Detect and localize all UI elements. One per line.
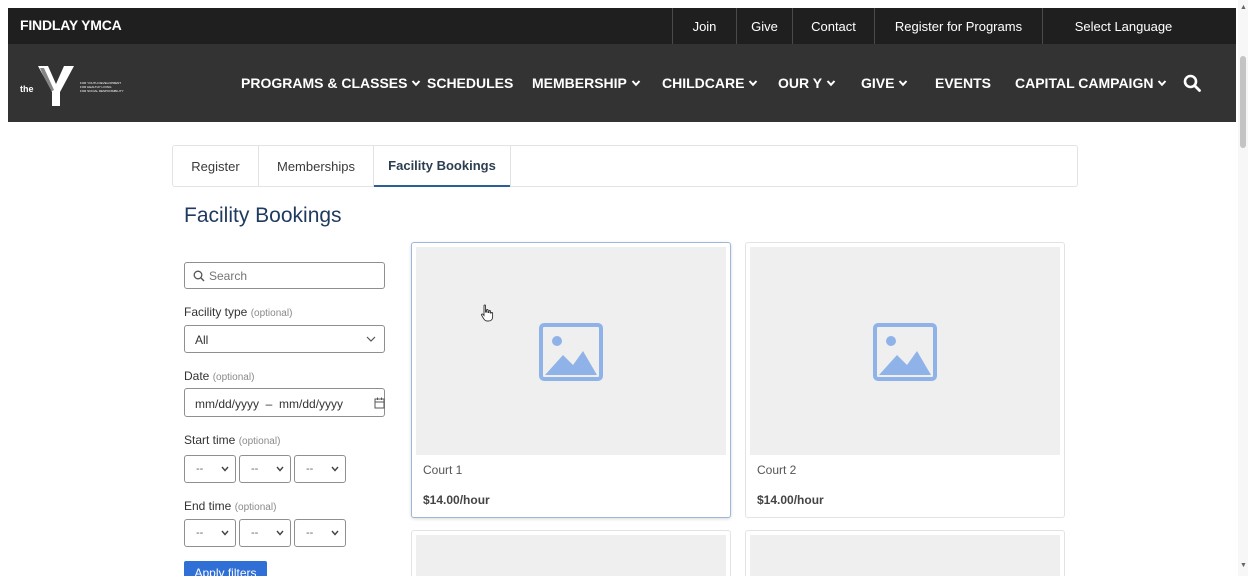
tab-facility-bookings[interactable]: Facility Bookings	[374, 146, 510, 187]
ymca-logo[interactable]: the FOR YOUTH DEVELOPMENT FOR HEALTHY LI…	[20, 62, 140, 106]
image-placeholder-icon	[873, 323, 937, 381]
hand-cursor-icon	[480, 304, 494, 322]
chevron-down-icon	[331, 466, 339, 472]
util-link-give[interactable]: Give	[736, 8, 792, 44]
nav-capital-campaign[interactable]: CAPITAL CAMPAIGN	[1015, 44, 1167, 122]
search-icon	[193, 270, 205, 282]
facility-image-placeholder	[750, 535, 1060, 576]
tab-register[interactable]: Register	[173, 146, 258, 187]
chevron-down-icon	[826, 80, 836, 87]
optional-text: (optional)	[212, 372, 255, 383]
end-time-label: End time (optional)	[184, 499, 276, 513]
scroll-down-arrow-icon[interactable]: ▼	[1240, 562, 1247, 569]
chevron-down-icon	[366, 336, 376, 342]
calendar-icon[interactable]	[374, 397, 385, 409]
end-ampm-select[interactable]: --	[294, 519, 346, 547]
end-time-label-text: End time	[184, 499, 232, 513]
nav-capital-campaign-label: CAPITAL CAMPAIGN	[1015, 75, 1154, 91]
nav-schedules[interactable]: SCHEDULES	[427, 44, 513, 122]
end-minute-value: --	[251, 527, 259, 539]
chevron-down-icon	[749, 80, 758, 87]
tab-divider	[510, 146, 511, 187]
nav-give-label: GIVE	[861, 75, 895, 91]
end-minute-select[interactable]: --	[239, 519, 291, 547]
logo-tagline-3: FOR SOCIAL RESPONSIBILITY	[80, 89, 124, 93]
end-hour-select[interactable]: --	[184, 519, 236, 547]
scroll-up-arrow-icon[interactable]: ▲	[1240, 4, 1247, 11]
nav-programs-classes[interactable]: PROGRAMS & CLASSES	[241, 44, 421, 122]
page-scrollbar[interactable]: ▲ ▼	[1238, 0, 1248, 576]
start-hour-value: --	[196, 463, 204, 475]
facility-image-placeholder	[416, 535, 726, 576]
nav-events[interactable]: EVENTS	[935, 44, 991, 122]
logo-the-text: the	[20, 84, 34, 94]
end-ampm-value: --	[306, 527, 314, 539]
nav-our-y-label: OUR Y	[778, 75, 823, 91]
nav-membership-label: MEMBERSHIP	[532, 75, 627, 91]
optional-text: (optional)	[238, 436, 281, 447]
start-ampm-value: --	[306, 463, 314, 475]
ymca-logo-mark: the FOR YOUTH DEVELOPMENT FOR HEALTHY LI…	[20, 66, 124, 106]
facility-card-partial[interactable]	[411, 530, 731, 576]
date-label: Date (optional)	[184, 369, 254, 383]
chevron-down-icon	[331, 530, 339, 536]
end-hour-value: --	[196, 527, 204, 539]
chevron-down-icon	[221, 466, 229, 472]
scrollbar-thumb[interactable]	[1240, 56, 1246, 148]
facility-card-partial[interactable]	[745, 530, 1065, 576]
nav-childcare[interactable]: CHILDCARE	[662, 44, 758, 122]
facility-image-placeholder	[750, 247, 1060, 455]
chevron-down-icon	[1158, 80, 1167, 87]
facility-card-court-2[interactable]: Court 2 $14.00/hour	[745, 242, 1065, 518]
util-link-select-language[interactable]: Select Language	[1042, 8, 1204, 44]
search-icon[interactable]	[1183, 74, 1201, 92]
facility-image-placeholder	[416, 247, 726, 455]
start-time-label: Start time (optional)	[184, 433, 280, 447]
page-title: Facility Bookings	[184, 204, 342, 227]
util-link-join[interactable]: Join	[672, 8, 736, 44]
facility-price: $14.00/hour	[423, 493, 490, 507]
util-link-contact[interactable]: Contact	[792, 8, 874, 44]
facility-type-value: All	[195, 333, 209, 347]
nav-programs-classes-label: PROGRAMS & CLASSES	[241, 75, 408, 91]
optional-text: (optional)	[250, 308, 293, 319]
chevron-down-icon	[899, 80, 908, 87]
facility-type-select[interactable]: All	[184, 325, 385, 353]
chevron-down-icon	[276, 530, 284, 536]
util-link-register-programs[interactable]: Register for Programs	[874, 8, 1042, 44]
facility-name: Court 2	[757, 463, 797, 477]
nav-membership[interactable]: MEMBERSHIP	[532, 44, 641, 122]
facility-type-label: Facility type (optional)	[184, 305, 292, 319]
nav-childcare-label: CHILDCARE	[662, 75, 745, 91]
apply-filters-button[interactable]: Apply filters	[184, 561, 267, 576]
start-time-label-text: Start time	[184, 433, 236, 447]
search-input[interactable]	[209, 267, 379, 285]
tab-bar: Register Memberships Facility Bookings	[172, 145, 1078, 187]
nav-our-y[interactable]: OUR Y	[778, 44, 836, 122]
image-placeholder-icon	[539, 323, 603, 381]
main-nav: the FOR YOUTH DEVELOPMENT FOR HEALTHY LI…	[8, 44, 1236, 122]
utility-bar: FINDLAY YMCA Join Give Contact Register …	[8, 8, 1236, 44]
date-range-value: mm/dd/yyyy – mm/dd/yyyy	[195, 397, 344, 411]
facility-card-court-1[interactable]: Court 1 $14.00/hour	[411, 242, 731, 518]
chevron-down-icon	[221, 530, 229, 536]
chevron-down-icon	[631, 80, 641, 87]
brand-name[interactable]: FINDLAY YMCA	[20, 17, 122, 33]
tab-memberships[interactable]: Memberships	[259, 146, 373, 187]
facility-price: $14.00/hour	[757, 493, 824, 507]
start-minute-select[interactable]: --	[239, 455, 291, 483]
nav-give[interactable]: GIVE	[861, 44, 908, 122]
facility-type-label-text: Facility type	[184, 305, 248, 319]
search-field[interactable]	[184, 262, 385, 289]
date-range-input[interactable]: mm/dd/yyyy – mm/dd/yyyy	[184, 388, 385, 417]
chevron-down-icon	[276, 466, 284, 472]
start-ampm-select[interactable]: --	[294, 455, 346, 483]
optional-text: (optional)	[234, 502, 277, 513]
start-minute-value: --	[251, 463, 259, 475]
facility-name: Court 1	[423, 463, 463, 477]
date-label-text: Date	[184, 369, 210, 383]
start-hour-select[interactable]: --	[184, 455, 236, 483]
chevron-down-icon	[412, 80, 421, 87]
